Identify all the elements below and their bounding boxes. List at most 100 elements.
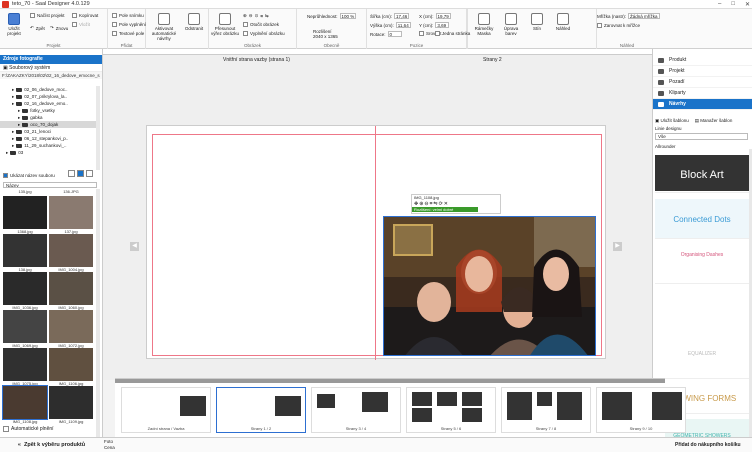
source-filesystem[interactable]: ▣ Souborový systém bbox=[0, 64, 102, 72]
undo-button[interactable]: ↶ Zpět bbox=[30, 25, 45, 31]
next-page-button[interactable]: ▶ bbox=[613, 242, 622, 251]
manage-layouts-button[interactable]: ▤ Manažer šablon bbox=[695, 118, 733, 124]
minimize-button[interactable]: – bbox=[718, 1, 721, 8]
photo-thumbnail[interactable]: 136.JPG bbox=[49, 189, 93, 194]
auto-fill-button[interactable]: Automatické plnění bbox=[3, 426, 54, 432]
grid-select[interactable]: Žádná mřížka bbox=[628, 13, 660, 19]
redo-button[interactable]: ↷ Znovu bbox=[50, 25, 68, 31]
folder-tree-item[interactable]: ▸ 11_29_suchankovi_.. bbox=[0, 142, 96, 149]
photo-thumbnail[interactable]: IMG_1069.jpg bbox=[3, 310, 47, 348]
filmstrip-scrollbar[interactable] bbox=[115, 379, 665, 383]
height-input[interactable]: 11,64 bbox=[395, 22, 411, 28]
prev-page-button[interactable]: ◀ bbox=[130, 242, 139, 251]
folder-tree-item[interactable]: ▸ fotky_vsetky bbox=[0, 107, 96, 114]
right-nav-produkt[interactable]: Produkt bbox=[653, 55, 752, 66]
folder-tree-item[interactable]: ▸ 02_06_dedove_moc.. bbox=[0, 86, 96, 93]
photo-thumbnail[interactable]: 138.jpg bbox=[3, 234, 47, 272]
page-thumbnail[interactable]: Strany 5 / 6 bbox=[406, 387, 496, 433]
zoom-tools[interactable]: ⊕ ⊖ ⊙ ⌗ ⇋ bbox=[243, 13, 269, 19]
page-thumbnail[interactable]: Strany 7 / 8 bbox=[501, 387, 591, 433]
expand-arrow-icon[interactable]: ▸ bbox=[12, 93, 14, 100]
expand-arrow-icon[interactable]: ▸ bbox=[18, 114, 20, 121]
design-template[interactable]: Organising Dashes bbox=[655, 244, 749, 284]
photo-thumbnail[interactable]: IMG_1004.jpg bbox=[49, 234, 93, 272]
copy-button[interactable]: Kopírovat bbox=[72, 13, 98, 18]
maximize-button[interactable]: □ bbox=[731, 1, 735, 8]
folder-tree-item[interactable]: ▸ 03 bbox=[0, 149, 96, 156]
right-nav-projekt[interactable]: Projekt bbox=[653, 66, 752, 77]
right-nav-kliparty[interactable]: Kliparty bbox=[653, 88, 752, 99]
filter-colors-button[interactable]: Úprava barev bbox=[499, 13, 523, 36]
shadow-button[interactable]: Stín bbox=[527, 13, 547, 31]
photo-thumbnail[interactable]: IMG_1072.jpg bbox=[49, 310, 93, 348]
rotate-image-button[interactable]: Otočit obrázek bbox=[243, 22, 279, 27]
close-button[interactable]: ✕ bbox=[745, 1, 750, 8]
folder-tree-item[interactable]: ▸ 06_12_stepankovi_p.. bbox=[0, 135, 96, 142]
folder-tree-item[interactable]: ▸ 02_16_dedove_emo.. bbox=[0, 100, 96, 107]
flip-icon[interactable]: ⇋ bbox=[265, 13, 269, 19]
image-toolbar[interactable]: IMG_1108.jpg ✥⊕⊖⌗⇋⟳✕ Rozlišení: velmi do… bbox=[411, 194, 501, 214]
medium-view-icon[interactable] bbox=[77, 170, 84, 177]
photo-thumbnail[interactable]: 137.jpg bbox=[49, 196, 93, 234]
folder-tree-item[interactable]: ▸ gabka bbox=[0, 114, 96, 121]
photo-thumbnail[interactable]: 1368.jpg bbox=[3, 196, 47, 234]
zoom-fit-icon[interactable]: ⊙ bbox=[255, 13, 259, 19]
photo-thumbnail[interactable]: IMG_1060.jpg bbox=[49, 272, 93, 310]
photo-box-button[interactable]: Pole snímku bbox=[112, 13, 144, 18]
design-template[interactable]: EQUALIZER bbox=[655, 289, 749, 379]
path-field[interactable]: F:\ZAKAZKY\2018\02\02_16_dedove_emocne_s bbox=[0, 72, 102, 79]
expand-arrow-icon[interactable]: ▸ bbox=[12, 135, 14, 142]
photo-thumbnail[interactable]: 135.jpg bbox=[3, 189, 47, 194]
preview-button[interactable]: Náhled bbox=[551, 13, 575, 31]
thumbs-scrollbar[interactable] bbox=[96, 189, 100, 452]
frames-mask-button[interactable]: Rámečky Maska bbox=[471, 13, 497, 36]
load-project-button[interactable]: Načíst projekt bbox=[30, 13, 65, 18]
paste-button[interactable]: Vložit bbox=[72, 22, 90, 27]
page-spread[interactable]: IMG_1108.jpg ✥⊕⊖⌗⇋⟳✕ Rozlišení: velmi do… bbox=[146, 125, 606, 360]
text-box-button[interactable]: Textové pole bbox=[112, 31, 144, 36]
photo-thumbnail[interactable]: IMG_1036.jpg bbox=[3, 272, 47, 310]
rotation-input[interactable]: 0 bbox=[387, 31, 402, 37]
save-layout-button[interactable]: ▣ Uložit šablonu bbox=[655, 118, 689, 124]
show-names-checkbox[interactable]: Ukázat název souboru bbox=[3, 173, 55, 178]
photo-thumbnail[interactable]: IMG_1106.jpg bbox=[49, 348, 93, 386]
expand-arrow-icon[interactable]: ▸ bbox=[6, 149, 8, 156]
large-view-icon[interactable] bbox=[86, 170, 93, 177]
design-template[interactable]: Connected Dots bbox=[655, 199, 749, 239]
width-input[interactable]: 17,46 bbox=[394, 13, 410, 19]
delete-button[interactable]: Odstranit bbox=[182, 13, 206, 31]
x-input[interactable]: 19,79 bbox=[435, 13, 451, 19]
add-to-cart-button[interactable]: Přidat do nákupního košíku bbox=[665, 438, 752, 452]
update-layouts-button[interactable]: Aktivovat automatické návrhy bbox=[149, 13, 179, 41]
snap-grid-checkbox[interactable]: Zarovnat k mřížce bbox=[597, 23, 640, 28]
right-nav-návrhy[interactable]: Návrhy bbox=[653, 99, 752, 110]
crop-icon[interactable]: ⌗ bbox=[260, 14, 263, 19]
photo-thumbnail[interactable]: IMG_1108.jpg bbox=[2, 385, 48, 424]
selected-photo[interactable] bbox=[383, 216, 596, 356]
page-thumbnail[interactable]: Strany 3 / 4 bbox=[311, 387, 401, 433]
transparency-input[interactable]: 100 % bbox=[339, 13, 357, 19]
page-thumbnail[interactable]: Strany 1 / 2 bbox=[216, 387, 306, 433]
page-thumbnail[interactable]: Zadní strana / Vazba bbox=[121, 387, 211, 433]
single-page-checkbox[interactable]: Jedna stránka bbox=[435, 31, 470, 36]
photo-thumbnail[interactable]: IMG_1075.jpg bbox=[3, 348, 47, 386]
fill-box-button[interactable]: Pole vyplnění bbox=[112, 22, 146, 27]
expand-arrow-icon[interactable]: ▸ bbox=[18, 121, 20, 128]
folder-tree-item[interactable]: ▸ oco_70_dojak bbox=[0, 121, 96, 128]
design-template[interactable]: Block Art bbox=[655, 149, 749, 193]
sort-select[interactable]: Název bbox=[3, 182, 97, 188]
move-crop-button[interactable]: Přesunout výřez obrázku bbox=[211, 13, 239, 36]
grid-view-icon[interactable] bbox=[68, 170, 75, 177]
right-nav-pozadí[interactable]: Pozadí bbox=[653, 77, 752, 88]
zoom-in-icon[interactable]: ⊕ bbox=[243, 13, 247, 19]
photo-thumbnail[interactable]: IMG_1109.jpg bbox=[49, 386, 93, 424]
page-thumbnail[interactable]: Strany 9 / 10 bbox=[596, 387, 686, 433]
tree-scrollbar[interactable] bbox=[96, 86, 100, 170]
zoom-out-icon[interactable]: ⊖ bbox=[249, 13, 253, 19]
folder-tree-item[interactable]: ▸ 02_07_prikrylova_la.. bbox=[0, 93, 96, 100]
save-project-button[interactable]: Uložit projekt bbox=[4, 13, 24, 36]
expand-arrow-icon[interactable]: ▸ bbox=[12, 142, 14, 149]
expand-arrow-icon[interactable]: ▸ bbox=[12, 86, 14, 93]
back-to-products-button[interactable]: « Zpět k výběru produktů bbox=[0, 438, 103, 452]
y-input[interactable]: 3,69 bbox=[435, 22, 450, 28]
